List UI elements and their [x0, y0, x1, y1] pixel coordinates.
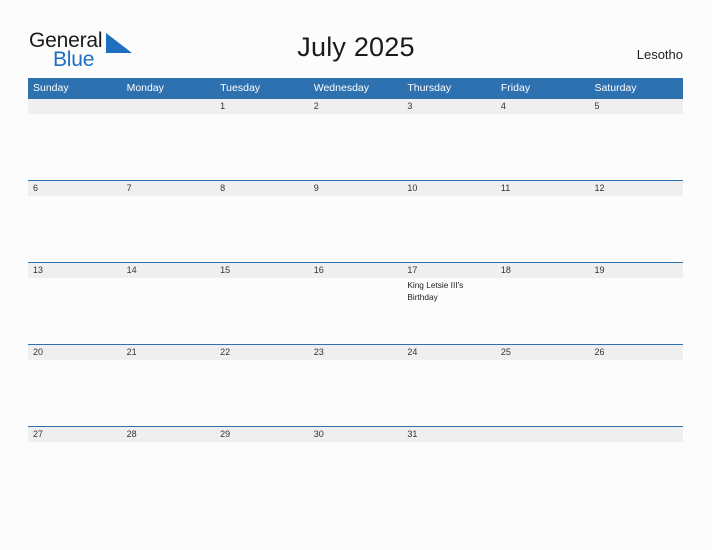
day-number[interactable]: 12 [589, 181, 683, 196]
calendar-week-row: 1 2 3 4 5 [28, 98, 683, 180]
day-number[interactable] [589, 427, 683, 442]
day-number[interactable]: 14 [122, 263, 216, 278]
day-number[interactable] [122, 99, 216, 114]
week-event-band [28, 442, 683, 508]
day-number[interactable]: 11 [496, 181, 590, 196]
day-cell[interactable] [402, 360, 496, 426]
day-cell[interactable] [589, 442, 683, 508]
weekday-header-friday: Friday [500, 82, 531, 94]
day-cell[interactable] [589, 114, 683, 180]
day-cell[interactable] [309, 360, 403, 426]
day-cell[interactable] [28, 442, 122, 508]
calendar-week-row: 27 28 29 30 31 [28, 426, 683, 508]
calendar-week-row: 6 7 8 9 10 11 12 [28, 180, 683, 262]
day-cell[interactable] [496, 114, 590, 180]
day-number[interactable]: 28 [122, 427, 216, 442]
day-number[interactable]: 1 [215, 99, 309, 114]
day-cell[interactable] [309, 196, 403, 262]
day-cell[interactable] [309, 442, 403, 508]
day-cell[interactable] [122, 442, 216, 508]
day-cell[interactable] [309, 114, 403, 180]
weekday-header-thursday: Thursday [407, 82, 452, 94]
weekday-header-row: Sunday Monday Tuesday Wednesday Thursday… [28, 78, 683, 98]
day-number[interactable]: 5 [589, 99, 683, 114]
day-cell[interactable] [28, 278, 122, 344]
day-number[interactable]: 10 [402, 181, 496, 196]
day-number[interactable] [496, 427, 590, 442]
day-number[interactable]: 26 [589, 345, 683, 360]
day-number[interactable]: 13 [28, 263, 122, 278]
week-date-band: 20 21 22 23 24 25 26 [28, 345, 683, 360]
day-number[interactable]: 6 [28, 181, 122, 196]
day-cell[interactable] [589, 196, 683, 262]
day-cell[interactable] [122, 278, 216, 344]
calendar-week-row: 13 14 15 16 17 18 19 King Letsie III's B… [28, 262, 683, 344]
day-cell[interactable] [122, 360, 216, 426]
day-number[interactable]: 22 [215, 345, 309, 360]
week-event-band [28, 360, 683, 426]
holiday-event: King Letsie III's Birthday [407, 280, 464, 302]
calendar-week-row: 20 21 22 23 24 25 26 [28, 344, 683, 426]
day-cell[interactable] [215, 278, 309, 344]
day-number[interactable]: 4 [496, 99, 590, 114]
week-date-band: 27 28 29 30 31 [28, 427, 683, 442]
day-number[interactable]: 25 [496, 345, 590, 360]
day-number[interactable]: 15 [215, 263, 309, 278]
day-cell[interactable] [309, 278, 403, 344]
day-cell[interactable] [589, 360, 683, 426]
week-event-band: King Letsie III's Birthday [28, 278, 683, 344]
day-cell[interactable] [28, 114, 122, 180]
day-cell[interactable] [402, 114, 496, 180]
day-cell[interactable] [215, 114, 309, 180]
week-event-band [28, 114, 683, 180]
weekday-header-tuesday: Tuesday [220, 82, 261, 94]
day-cell[interactable] [215, 442, 309, 508]
day-cell[interactable] [28, 196, 122, 262]
day-number[interactable]: 18 [496, 263, 590, 278]
day-cell[interactable] [496, 442, 590, 508]
day-cell[interactable] [122, 114, 216, 180]
day-number[interactable]: 21 [122, 345, 216, 360]
day-cell[interactable] [122, 196, 216, 262]
day-number[interactable]: 27 [28, 427, 122, 442]
day-number[interactable]: 24 [402, 345, 496, 360]
day-number[interactable]: 17 [402, 263, 496, 278]
day-cell[interactable] [496, 360, 590, 426]
calendar-grid: Sunday Monday Tuesday Wednesday Thursday… [28, 78, 683, 508]
weekday-header-sunday: Sunday [33, 82, 69, 94]
day-cell[interactable] [215, 196, 309, 262]
week-date-band: 1 2 3 4 5 [28, 99, 683, 114]
weekday-header-wednesday: Wednesday [313, 82, 369, 94]
day-number[interactable]: 29 [215, 427, 309, 442]
day-number[interactable] [28, 99, 122, 114]
day-number[interactable]: 2 [309, 99, 403, 114]
day-number[interactable]: 9 [309, 181, 403, 196]
day-number[interactable]: 30 [309, 427, 403, 442]
day-cell[interactable] [28, 360, 122, 426]
country-label: Lesotho [636, 47, 683, 62]
day-number[interactable]: 20 [28, 345, 122, 360]
weekday-header-monday: Monday [126, 82, 164, 94]
day-cell[interactable] [496, 278, 590, 344]
page-title: July 2025 [297, 32, 415, 62]
week-date-band: 6 7 8 9 10 11 12 [28, 181, 683, 196]
day-cell[interactable] [402, 442, 496, 508]
day-number[interactable]: 19 [589, 263, 683, 278]
calendar-page: General Blue July 2025 Lesotho Sunday Mo… [0, 0, 712, 550]
day-cell[interactable] [496, 196, 590, 262]
day-number[interactable]: 23 [309, 345, 403, 360]
day-number[interactable]: 3 [402, 99, 496, 114]
weekday-header-saturday: Saturday [594, 82, 637, 94]
day-number[interactable]: 7 [122, 181, 216, 196]
day-cell[interactable] [215, 360, 309, 426]
week-date-band: 13 14 15 16 17 18 19 [28, 263, 683, 278]
week-event-band [28, 196, 683, 262]
day-cell[interactable]: King Letsie III's Birthday [402, 278, 496, 344]
day-cell[interactable] [402, 196, 496, 262]
day-number[interactable]: 31 [402, 427, 496, 442]
day-cell[interactable] [589, 278, 683, 344]
page-header: General Blue July 2025 Lesotho [0, 0, 712, 78]
day-number[interactable]: 16 [309, 263, 403, 278]
day-number[interactable]: 8 [215, 181, 309, 196]
